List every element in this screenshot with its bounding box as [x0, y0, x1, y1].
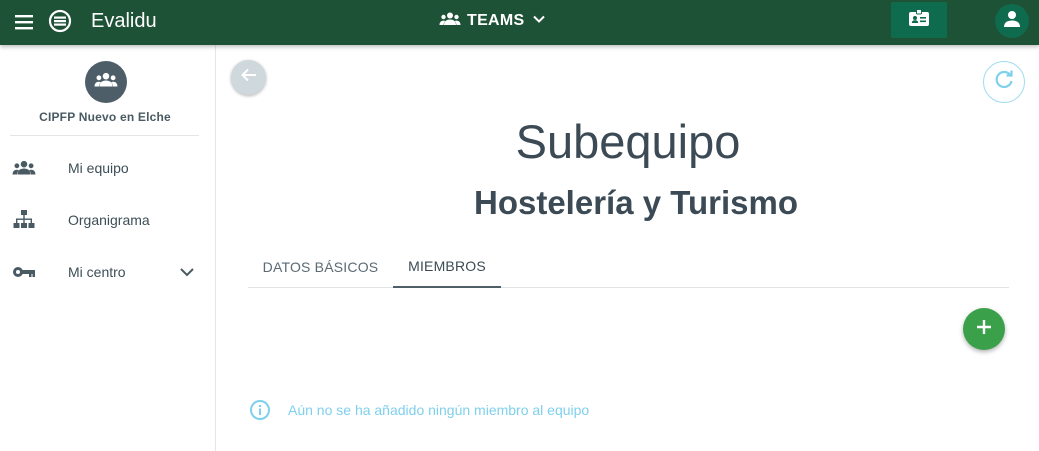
org-name: CIPFP Nuevo en Elche — [39, 110, 171, 124]
chevron-down-icon[interactable] — [177, 262, 197, 282]
sidebar-item-organigrama[interactable]: Organigrama — [0, 198, 210, 242]
key-icon — [12, 260, 36, 284]
account-icon — [1003, 10, 1021, 33]
groups-icon — [439, 11, 461, 32]
groups-icon — [12, 156, 36, 180]
team-selector-label: TEAMS — [467, 12, 525, 29]
org-chart-icon — [12, 208, 36, 232]
sidebar-item-mi-centro[interactable]: Mi centro — [0, 250, 210, 294]
account-button[interactable] — [995, 4, 1029, 38]
empty-state-message: Aún no se ha añadido ningún miembro al e… — [249, 399, 589, 421]
app-logo-icon[interactable] — [48, 9, 72, 33]
info-icon — [249, 399, 271, 421]
plus-icon — [975, 318, 993, 341]
page-title: Subequipo — [515, 115, 741, 168]
chevron-down-icon — [531, 11, 547, 32]
tab-datos-basicos[interactable]: DATOS BÁSICOS — [248, 245, 393, 288]
back-button[interactable] — [231, 60, 266, 95]
add-member-button[interactable] — [963, 308, 1005, 350]
refresh-icon — [993, 69, 1015, 96]
org-avatar — [85, 61, 127, 103]
sidebar-item-label: Mi equipo — [68, 160, 129, 176]
sidebar-item-mi-equipo[interactable]: Mi equipo — [0, 146, 210, 190]
sidebar: CIPFP Nuevo en Elche Mi equipo Organigra… — [0, 45, 216, 451]
sidebar-item-label: Mi centro — [68, 264, 126, 280]
page-subtitle: Hostelería y Turismo — [474, 184, 798, 221]
refresh-button[interactable] — [983, 61, 1025, 103]
app-title: Evalidu — [91, 10, 157, 32]
arrow-left-icon — [240, 66, 258, 89]
tab-bar: DATOS BÁSICOS MIEMBROS — [248, 245, 1009, 288]
divider — [10, 135, 199, 136]
id-card-icon — [908, 8, 930, 32]
menu-icon[interactable] — [13, 11, 35, 33]
top-app-bar: Evalidu TEAMS — [0, 0, 1039, 45]
id-card-button[interactable] — [891, 2, 947, 38]
sidebar-item-label: Organigrama — [68, 212, 150, 228]
team-selector[interactable]: TEAMS — [439, 9, 547, 33]
empty-state-text: Aún no se ha añadido ningún miembro al e… — [288, 402, 590, 418]
groups-icon — [94, 71, 118, 94]
tab-miembros[interactable]: MIEMBROS — [393, 245, 501, 288]
